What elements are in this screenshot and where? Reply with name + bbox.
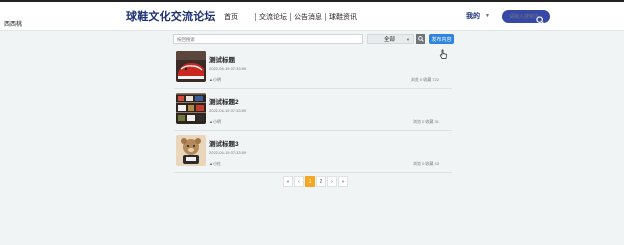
category-select-value: 全部 xyxy=(384,37,396,43)
my-account-menu[interactable]: 我的 ▼ xyxy=(466,11,490,21)
filter-search-button[interactable] xyxy=(416,34,425,44)
nav-item-forum[interactable]: 交流论坛 xyxy=(259,12,287,22)
filter-search-input[interactable] xyxy=(173,34,363,44)
post-author: ▲小明 xyxy=(209,119,221,124)
chevron-down-icon: ▼ xyxy=(406,37,410,42)
nav-separator xyxy=(290,13,291,21)
post-stats: 浏览 0 收藏 31 xyxy=(412,119,439,124)
plush-toy-image[interactable] xyxy=(176,135,206,166)
nav-item-notices[interactable]: 公告消息 xyxy=(294,12,322,22)
publish-button[interactable]: 发布内容 xyxy=(429,34,454,44)
post-item[interactable]: 测试标题3 2022-04-19 07:33:09 ▲小红 浏览 0 收藏 43 xyxy=(174,135,452,173)
nav-item-home[interactable]: 首页 xyxy=(224,12,238,22)
nav-separator xyxy=(255,13,256,21)
logo-text[interactable]: 西西桃 xyxy=(4,19,22,28)
first-page-button[interactable]: « xyxy=(283,176,293,187)
next-page-button[interactable]: › xyxy=(327,176,337,187)
post-date: 2022-04-19 07:33:09 xyxy=(209,108,247,113)
post-item[interactable]: 测试标题2 2022-04-19 07:33:09 ▲小明 浏览 0 收藏 31 xyxy=(174,93,452,131)
post-title[interactable]: 测试标题2 xyxy=(209,96,239,106)
pagination: « ‹ 1 2 › » xyxy=(283,176,348,187)
post-author: ▲小明 xyxy=(209,77,221,82)
sneaker-shelf-image[interactable] xyxy=(176,93,206,124)
post-stats: 浏览 0 收藏 722 xyxy=(410,77,439,82)
red-shoe-image[interactable] xyxy=(176,51,206,82)
category-select[interactable]: 全部 ▼ xyxy=(367,34,414,44)
search-icon xyxy=(417,36,424,42)
nav-separator xyxy=(325,13,326,21)
filter-bar: 全部 ▼ 发布内容 xyxy=(173,34,454,45)
header-search-box xyxy=(502,10,550,25)
page-2-button[interactable]: 2 xyxy=(316,176,326,187)
post-date: 2022-04-19 07:33:09 xyxy=(209,66,247,71)
post-title[interactable]: 测试标题 xyxy=(209,54,235,64)
post-title[interactable]: 测试标题3 xyxy=(209,138,239,148)
site-title[interactable]: 球鞋文化交流论坛 xyxy=(126,8,216,24)
post-author: ▲小红 xyxy=(209,161,221,166)
prev-page-button[interactable]: ‹ xyxy=(294,176,304,187)
main-nav: 首页 交流论坛 公告消息 球鞋资讯 xyxy=(224,12,357,22)
post-stats: 浏览 0 收藏 43 xyxy=(412,161,439,166)
nav-item-sneaker-news[interactable]: 球鞋资讯 xyxy=(329,12,357,22)
chevron-down-icon: ▼ xyxy=(485,13,490,19)
my-account-label: 我的 xyxy=(466,13,480,20)
post-item[interactable]: 测试标题 2022-04-19 07:33:09 ▲小明 浏览 0 收藏 722 xyxy=(174,51,452,89)
header-search-input[interactable] xyxy=(509,11,539,22)
page-1-button[interactable]: 1 xyxy=(305,176,315,187)
search-icon[interactable] xyxy=(536,12,545,30)
last-page-button[interactable]: » xyxy=(338,176,348,187)
post-date: 2022-04-19 07:33:09 xyxy=(209,150,247,155)
